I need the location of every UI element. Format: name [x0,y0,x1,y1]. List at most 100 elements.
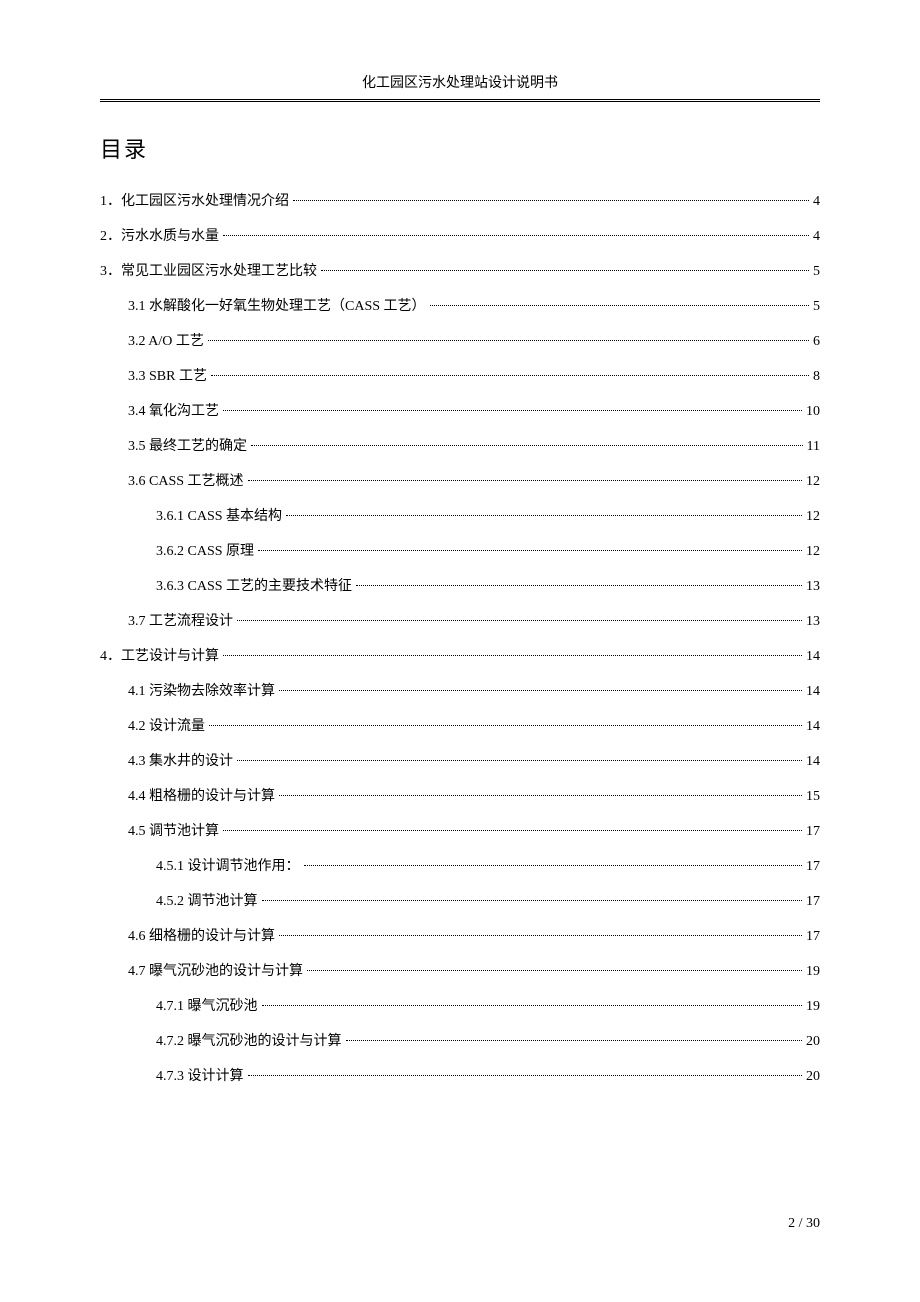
toc-dots [248,480,802,481]
toc-dots [248,1075,803,1076]
toc-entry[interactable]: 3.2 A/O 工艺 6 [100,324,820,359]
toc-entry-page: 11 [807,429,820,464]
toc-entry-page: 12 [806,464,820,499]
toc-entry[interactable]: 3.1 水解酸化一好氧生物处理工艺（CASS 工艺） 5 [100,289,820,324]
toc-dots [279,935,802,936]
toc-entry-label: 2．污水水质与水量 [100,219,219,254]
toc-dots [356,585,802,586]
toc-entry[interactable]: 4.2 设计流量 14 [100,709,820,744]
toc-entry[interactable]: 3.6 CASS 工艺概述 12 [100,464,820,499]
toc-entry-label: 1．化工园区污水处理情况介绍 [100,184,289,219]
page-footer: 2 / 30 [788,1216,820,1232]
toc-entry[interactable]: 4.3 集水井的设计 14 [100,744,820,779]
toc-entry-page: 12 [806,534,820,569]
toc-entry-label: 4.7.2 曝气沉砂池的设计与计算 [156,1024,342,1059]
toc-entry[interactable]: 3.4 氧化沟工艺 10 [100,394,820,429]
toc-entry-label: 3.6 CASS 工艺概述 [128,464,244,499]
toc-dots [286,515,802,516]
toc-dots [223,830,802,831]
toc-dots [262,900,803,901]
header-underline-1 [100,99,820,100]
toc-entry-label: 4.5.1 设计调节池作用： [156,849,300,884]
toc-dots [209,725,802,726]
toc-dots [262,1005,803,1006]
toc-entry[interactable]: 2．污水水质与水量 4 [100,219,820,254]
toc-entry-page: 14 [806,674,820,709]
toc-entry-page: 17 [806,849,820,884]
toc-dots [279,795,802,796]
toc-entry[interactable]: 3.6.3 CASS 工艺的主要技术特征13 [100,569,820,604]
toc-entry[interactable]: 4.7.3 设计计算 20 [100,1059,820,1094]
toc-entry-page: 20 [806,1024,820,1059]
toc-entry-label: 3．常见工业园区污水处理工艺比较 [100,254,317,289]
toc-entry-label: 3.7 工艺流程设计 [128,604,233,639]
toc-entry-page: 14 [806,639,820,674]
toc-dots [346,1040,803,1041]
toc-entry-page: 19 [806,989,820,1024]
toc-entry[interactable]: 4.1 污染物去除效率计算 14 [100,674,820,709]
toc-entry-label: 4.5 调节池计算 [128,814,219,849]
toc-entry-page: 13 [806,604,820,639]
toc-dots [237,760,802,761]
toc-entry-label: 3.4 氧化沟工艺 [128,394,219,429]
toc-entry-page: 4 [813,219,820,254]
toc-entry[interactable]: 4.7.1 曝气沉砂池 19 [100,989,820,1024]
toc-entry[interactable]: 3.5 最终工艺的确定11 [100,429,820,464]
toc-entry[interactable]: 3.7 工艺流程设计 13 [100,604,820,639]
toc-entry-label: 4.7.1 曝气沉砂池 [156,989,258,1024]
toc-dots [304,865,803,866]
toc-entry-page: 6 [813,324,820,359]
toc-entry-page: 19 [806,954,820,989]
toc-dots [293,200,809,201]
toc-entry-label: 4.6 细格栅的设计与计算 [128,919,275,954]
toc-dots [208,340,809,341]
toc-entry-label: 4.4 粗格栅的设计与计算 [128,779,275,814]
toc-entry-page: 17 [806,919,820,954]
toc-dots [237,620,802,621]
toc-entry-label: 4.3 集水井的设计 [128,744,233,779]
header-underline-2 [100,101,820,102]
toc-entry[interactable]: 4.5 调节池计算 17 [100,814,820,849]
document-page: 化工园区污水处理站设计说明书 目录 1．化工园区污水处理情况介绍42．污水水质与… [0,0,920,1154]
toc-dots [211,375,809,376]
toc-entry[interactable]: 4.6 细格栅的设计与计算 17 [100,919,820,954]
toc-entry[interactable]: 1．化工园区污水处理情况介绍 4 [100,184,820,219]
toc-dots [223,235,809,236]
toc-entry[interactable]: 4.5.2 调节池计算17 [100,884,820,919]
toc-entry[interactable]: 4.7.2 曝气沉砂池的设计与计算 20 [100,1024,820,1059]
toc-entry[interactable]: 3.6.2 CASS 原理 12 [100,534,820,569]
toc-entry-label: 3.3 SBR 工艺 [128,359,207,394]
toc-entry-label: 3.6.3 CASS 工艺的主要技术特征 [156,569,352,604]
toc-entry[interactable]: 4.5.1 设计调节池作用： 17 [100,849,820,884]
toc-entry-label: 4.1 污染物去除效率计算 [128,674,275,709]
toc-dots [321,270,809,271]
toc-entry-label: 4.7.3 设计计算 [156,1059,244,1094]
toc-dots [258,550,802,551]
toc-entry[interactable]: 3．常见工业园区污水处理工艺比较5 [100,254,820,289]
toc-entry-page: 4 [813,184,820,219]
toc-title: 目录 [100,132,820,164]
toc-entry-label: 4.5.2 调节池计算 [156,884,258,919]
toc-entry[interactable]: 4.4 粗格栅的设计与计算15 [100,779,820,814]
toc-entry-label: 4.7 曝气沉砂池的设计与计算 [128,954,303,989]
toc-entry[interactable]: 3.3 SBR 工艺8 [100,359,820,394]
toc-entry-label: 4．工艺设计与计算 [100,639,219,674]
toc-entry-label: 3.6.1 CASS 基本结构 [156,499,282,534]
toc-list: 1．化工园区污水处理情况介绍42．污水水质与水量43．常见工业园区污水处理工艺比… [100,184,820,1094]
toc-entry-page: 14 [806,744,820,779]
toc-entry-page: 20 [806,1059,820,1094]
toc-entry-page: 14 [806,709,820,744]
toc-dots [251,445,803,446]
toc-entry[interactable]: 3.6.1 CASS 基本结构 12 [100,499,820,534]
toc-entry-label: 3.2 A/O 工艺 [128,324,204,359]
toc-entry[interactable]: 4．工艺设计与计算 14 [100,639,820,674]
toc-entry-page: 12 [806,499,820,534]
toc-entry-page: 10 [806,394,820,429]
toc-dots [279,690,802,691]
toc-entry-page: 17 [806,814,820,849]
toc-entry-label: 3.6.2 CASS 原理 [156,534,254,569]
toc-entry[interactable]: 4.7 曝气沉砂池的设计与计算 19 [100,954,820,989]
toc-entry-label: 4.2 设计流量 [128,709,205,744]
toc-entry-label: 3.1 水解酸化一好氧生物处理工艺（CASS 工艺） [128,289,426,324]
toc-entry-page: 5 [813,289,820,324]
